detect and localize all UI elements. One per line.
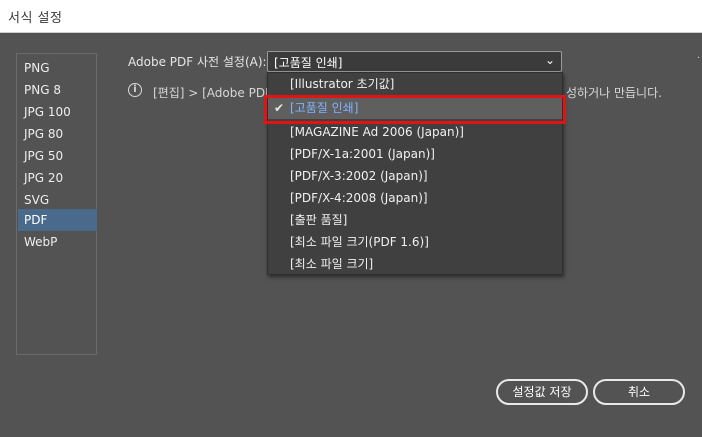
preset-label: Adobe PDF 사전 설정(A): — [128, 55, 267, 69]
cancel-button[interactable]: 취소 — [593, 379, 685, 405]
preset-option-label: [PDF/X-4:2008 (Japan)] — [290, 191, 428, 205]
format-item-svg[interactable]: SVG — [18, 189, 97, 211]
preset-option-high-quality-print[interactable]: ✔ [고품질 인쇄] — [268, 97, 562, 119]
preset-option-label: [PDF/X-1a:2001 (Japan)] — [290, 147, 435, 161]
info-text-continued: 성하거나 만듭니다. — [566, 86, 662, 100]
preset-option-label: [MAGAZINE Ad 2006 (Japan)] — [290, 125, 464, 139]
preset-option-label: [PDF/X-3:2002 (Japan)] — [290, 169, 428, 183]
preset-select[interactable]: [고품질 인쇄] ⌄ — [267, 51, 562, 72]
preset-option-press-quality[interactable]: [출판 품질] — [268, 209, 562, 231]
format-item-jpg80[interactable]: JPG 80 — [18, 123, 97, 145]
format-item-jpg20[interactable]: JPG 20 — [18, 167, 97, 189]
info-icon: i — [128, 83, 142, 97]
edge-mark: · — [697, 53, 701, 64]
format-item-webp[interactable]: WebP — [18, 231, 97, 253]
preset-option-magazine-ad[interactable]: [MAGAZINE Ad 2006 (Japan)] — [268, 121, 562, 143]
window-title: 서식 설정 — [8, 11, 63, 26]
preset-option-illustrator-default[interactable]: [Illustrator 초기값] — [268, 73, 562, 95]
format-list: PNG PNG 8 JPG 100 JPG 80 JPG 50 JPG 20 S… — [16, 53, 97, 355]
format-item-jpg50[interactable]: JPG 50 — [18, 145, 97, 167]
preset-option-pdfx1a[interactable]: [PDF/X-1a:2001 (Japan)] — [268, 143, 562, 165]
preset-option-smallest-file[interactable]: [최소 파일 크기] — [268, 253, 562, 275]
preset-option-label: [고품질 인쇄] — [290, 101, 359, 115]
preset-option-label: [최소 파일 크기] — [290, 257, 374, 271]
format-item-png8[interactable]: PNG 8 — [18, 79, 97, 101]
format-settings-dialog: 서식 설정 PNG PNG 8 JPG 100 JPG 80 JPG 50 JP… — [0, 0, 702, 437]
preset-select-value: [고품질 인쇄] — [274, 56, 343, 70]
preset-option-label: [Illustrator 초기값] — [290, 77, 395, 91]
format-item-png[interactable]: PNG — [18, 57, 97, 79]
format-item-jpg100[interactable]: JPG 100 — [18, 101, 97, 123]
preset-option-pdfx3[interactable]: [PDF/X-3:2002 (Japan)] — [268, 165, 562, 187]
title-bar: 서식 설정 — [0, 0, 702, 33]
preset-dropdown-menu: [Illustrator 초기값] ✔ [고품질 인쇄] [MAGAZINE A… — [267, 72, 563, 275]
preset-option-label: [최소 파일 크기(PDF 1.6)] — [290, 235, 429, 249]
format-item-pdf[interactable]: PDF — [18, 209, 97, 231]
info-text: [편집] > [Adobe PDF — [153, 86, 272, 100]
preset-option-pdfx4[interactable]: [PDF/X-4:2008 (Japan)] — [268, 187, 562, 209]
chevron-down-icon: ⌄ — [544, 53, 555, 67]
preset-option-label: [출판 품질] — [290, 213, 348, 227]
preset-option-smallest-file-pdf16[interactable]: [최소 파일 크기(PDF 1.6)] — [268, 231, 562, 253]
checkmark-icon: ✔ — [274, 101, 285, 115]
save-settings-button[interactable]: 설정값 저장 — [496, 379, 588, 405]
